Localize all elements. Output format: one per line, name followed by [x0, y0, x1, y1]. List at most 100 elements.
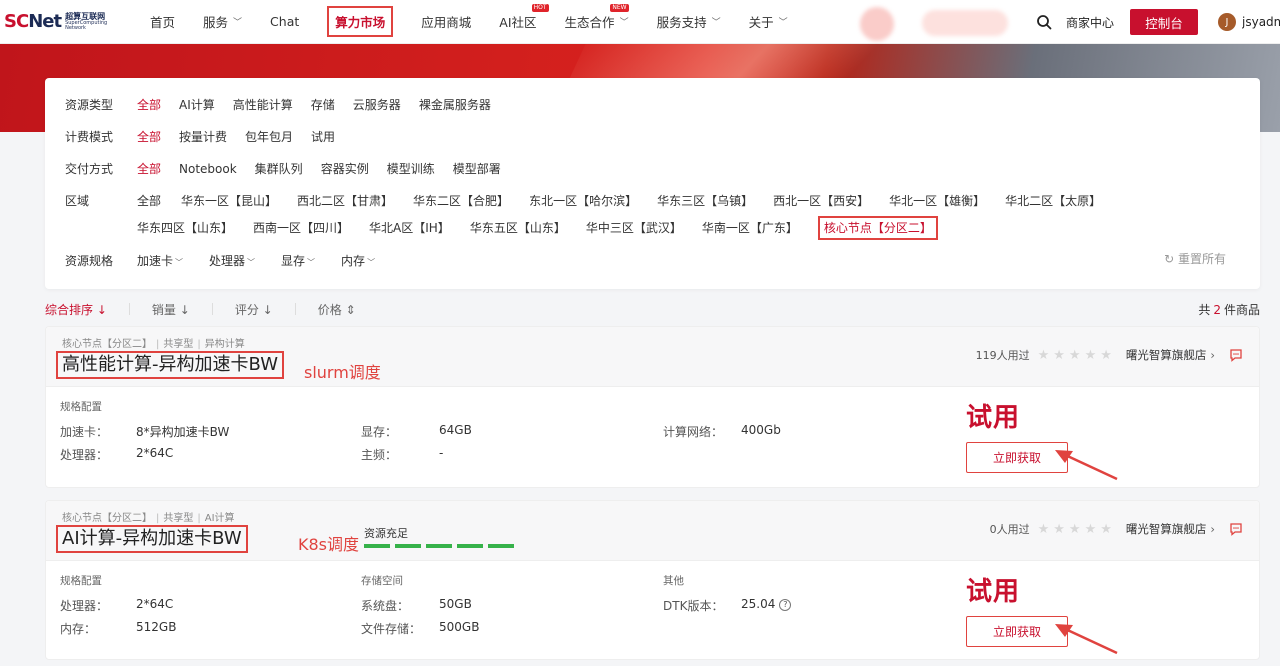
nav-chat[interactable]: Chat: [256, 0, 313, 44]
product-card: 核心节点【分区二】 | 共享型 | 异构计算 高性能计算-异构加速卡BW slurm调度…: [45, 326, 1260, 488]
filter-option[interactable]: 西南一区【四川】: [253, 219, 349, 240]
filter-option[interactable]: 模型部署: [453, 160, 501, 178]
sort-price[interactable]: 价格 ⇕: [318, 301, 356, 318]
chat-icon[interactable]: [1229, 348, 1243, 362]
filter-option[interactable]: 存储: [311, 96, 335, 114]
chevron-down-icon: ﹀: [711, 18, 721, 28]
product-title[interactable]: AI计算-异构加速卡BW: [56, 525, 248, 553]
reset-filters-button[interactable]: ↻ 重置所有: [1164, 250, 1226, 267]
spec-dropdown-processor[interactable]: 处理器 ﹀: [209, 252, 255, 269]
annotation-label: slurm调度: [304, 363, 381, 382]
filter-option[interactable]: 华中三区【武汉】: [586, 219, 682, 240]
filter-label: 区域: [65, 194, 90, 208]
sort-bar: 综合排序 ↓ 销量 ↓ 评分 ↓ 价格 ⇕ 共 2 件商品: [45, 298, 1260, 320]
nav-support[interactable]: 服务支持 ﹀: [643, 0, 735, 44]
filter-option[interactable]: 全部: [137, 96, 161, 114]
spec-dropdown-vram[interactable]: 显存 ﹀: [281, 252, 315, 269]
used-count: 0人用过: [989, 523, 1030, 536]
star-icon: ★: [1084, 347, 1097, 363]
shop-link[interactable]: 曙光智算旗舰店 ›: [1126, 347, 1215, 363]
nav-ecosystem[interactable]: 生态合作 ﹀ NEW: [551, 0, 643, 44]
spec-row: 加速卡： 8*异构加速卡BW: [60, 425, 230, 439]
filter-option[interactable]: 华东四区【山东】: [137, 219, 233, 240]
product-meta: 0人用过 ★ ★ ★ ★ ★ 曙光智算旗舰店 ›: [990, 521, 1243, 537]
chat-icon[interactable]: [1229, 522, 1243, 536]
refresh-icon: ↻: [1164, 252, 1178, 266]
filter-option[interactable]: 华东一区【昆山】: [181, 192, 277, 210]
top-navigation: SCNet 超算互联网 SuperComputing Network 首页 服务…: [0, 0, 1280, 44]
filter-option[interactable]: 华东五区【山东】: [470, 219, 566, 240]
star-icon: ★: [1068, 347, 1081, 363]
filter-option[interactable]: 华南一区【广东】: [702, 219, 798, 240]
filter-option[interactable]: 华北A区【IH】: [369, 219, 450, 240]
search-icon[interactable]: [1036, 14, 1052, 30]
nav-home[interactable]: 首页: [136, 0, 189, 44]
filter-option[interactable]: 西北一区【西安】: [773, 192, 869, 210]
spec-dropdown-accelerator[interactable]: 加速卡 ﹀: [137, 252, 183, 269]
filter-option[interactable]: 全部: [137, 128, 161, 146]
product-title[interactable]: 高性能计算-异构加速卡BW: [56, 351, 284, 379]
product-tags: 核心节点【分区二】 | 共享型 | AI计算: [62, 513, 235, 524]
rating-stars: ★ ★ ★ ★ ★: [1038, 348, 1116, 363]
trial-label: 试用: [966, 577, 1021, 607]
blurred-element: [860, 7, 894, 41]
shop-link[interactable]: 曙光智算旗舰店 ›: [1126, 521, 1215, 537]
filter-option[interactable]: 华东三区【乌镇】: [657, 192, 753, 210]
spec-row: 计算网络： 400Gb: [663, 423, 781, 439]
star-icon: ★: [1100, 347, 1112, 363]
product-card-body: 规格配置 存储空间 其他 处理器： 2*64C 内存： 512GB 系统盘： 50GB…: [46, 561, 1259, 661]
filter-option[interactable]: 裸金属服务器: [419, 96, 491, 114]
star-icon: ★: [1053, 347, 1065, 363]
filter-option[interactable]: 包年包月: [245, 128, 293, 146]
spec-dropdown-memory[interactable]: 内存 ﹀: [341, 252, 375, 269]
filter-option[interactable]: 高性能计算: [233, 96, 293, 114]
filter-option[interactable]: 模型训练: [387, 160, 435, 178]
filter-option[interactable]: 西北二区【甘肃】: [297, 192, 393, 210]
filter-option[interactable]: 华东二区【合肥】: [413, 192, 509, 210]
filter-option[interactable]: 华北二区【太原】: [1005, 192, 1101, 210]
filter-option[interactable]: Notebook: [179, 160, 237, 178]
sort-sales[interactable]: 销量 ↓: [152, 301, 190, 318]
stock-status: 资源充足: [364, 527, 408, 540]
filter-option[interactable]: AI计算: [179, 96, 215, 114]
sort-overall[interactable]: 综合排序 ↓: [45, 301, 107, 318]
sort-arrow-icon: ↓: [262, 302, 273, 317]
filter-region: 区域 全部 华东一区【昆山】 西北二区【甘肃】 华东二区【合肥】 东北一区【哈尔…: [65, 192, 1217, 249]
sort-arrow-icon: ⇕: [345, 302, 356, 317]
filter-option[interactable]: 全部: [137, 160, 161, 178]
nav-app-store[interactable]: 应用商城: [407, 0, 485, 44]
nav-compute-market[interactable]: 算力市场: [313, 0, 407, 44]
console-button[interactable]: 控制台: [1130, 9, 1198, 35]
merchant-center-link[interactable]: 商家中心: [1066, 14, 1114, 31]
filter-option[interactable]: 容器实例: [321, 160, 369, 178]
header-actions: 商家中心 控制台 J jsyadmin: [1036, 0, 1280, 44]
filter-option[interactable]: 华北一区【雄衡】: [889, 192, 985, 210]
nav-about[interactable]: 关于 ﹀: [735, 0, 802, 44]
annotation-label: K8s调度: [298, 535, 360, 554]
nav-services[interactable]: 服务 ﹀: [189, 0, 256, 44]
star-icon: ★: [1084, 521, 1097, 537]
sort-rating[interactable]: 评分 ↓: [235, 301, 273, 318]
main-nav: 首页 服务 ﹀ Chat 算力市场 应用商城 AI社区 HOT 生态合作 ﹀ NEW 服…: [136, 0, 802, 44]
filter-option[interactable]: 全部: [137, 192, 161, 210]
logo[interactable]: SCNet 超算互联网 SuperComputing Network: [4, 11, 130, 32]
filter-option[interactable]: 东北一区【哈尔滨】: [529, 192, 637, 210]
avatar[interactable]: J: [1218, 13, 1236, 31]
blurred-element: [922, 10, 1008, 36]
divider: [211, 303, 213, 315]
used-count: 119人用过: [975, 349, 1030, 362]
product-card-body: 规格配置 加速卡： 8*异构加速卡BW 处理器： 2*64C 显存： 64GB 主频：…: [46, 387, 1259, 487]
filter-option[interactable]: 试用: [311, 128, 335, 146]
divider: [128, 303, 130, 315]
filter-option-selected[interactable]: 核心节点【分区二】: [817, 216, 938, 240]
star-icon: ★: [1037, 347, 1050, 363]
product-tags: 核心节点【分区二】 | 共享型 | 异构计算: [62, 339, 245, 350]
nav-ai-community[interactable]: AI社区 HOT: [485, 0, 550, 44]
filter-option[interactable]: 集群队列: [255, 160, 303, 178]
username[interactable]: jsyadmin: [1242, 15, 1280, 29]
help-icon[interactable]: ?: [779, 598, 792, 611]
filter-option[interactable]: 云服务器: [353, 96, 401, 114]
chevron-down-icon: ﹀: [233, 18, 243, 28]
section-title: 存储空间: [361, 575, 403, 587]
filter-option[interactable]: 按量计费: [179, 128, 227, 146]
